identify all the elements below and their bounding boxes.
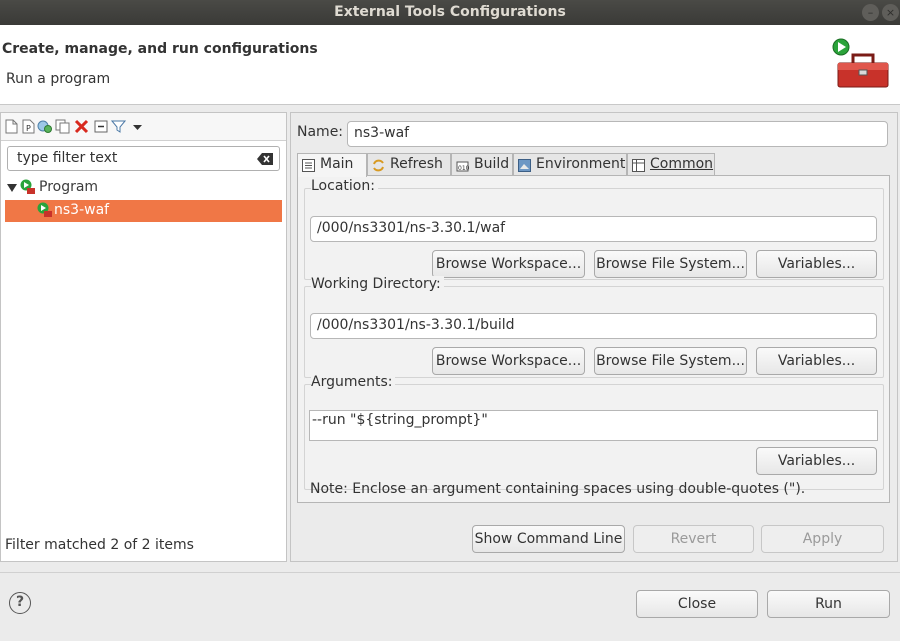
view-menu-icon[interactable] [130,119,145,134]
tree-item-label: Program [39,179,99,195]
tab-label: Environment [536,156,626,172]
workdir-browse-workspace-button[interactable]: Browse Workspace... [432,347,585,375]
new-config-icon[interactable] [4,119,19,134]
location-browse-workspace-button[interactable]: Browse Workspace... [432,250,585,278]
tree-item-program[interactable]: Program [5,177,282,199]
location-field[interactable]: /000/ns3301/ns-3.30.1/waf [310,216,877,242]
arguments-variables-button[interactable]: Variables... [756,447,877,475]
footer-separator [0,572,900,573]
header-title: Create, manage, and run configurations [2,41,318,57]
main-tab-panel: Location: /000/ns3301/ns-3.30.1/waf Brow… [297,175,890,503]
location-browse-file-system-button[interactable]: Browse File System... [594,250,747,278]
arguments-label: Arguments: [311,374,396,390]
filter-field[interactable] [7,146,280,171]
main-tab-icon [302,159,315,172]
arguments-textarea[interactable]: --run "${string_prompt}" [309,410,878,441]
tree-toolbar: P [1,113,286,141]
close-window-button[interactable]: × [882,4,899,21]
configuration-editor: Name: ns3-waf Main Refresh 010 Build Env… [290,112,898,562]
refresh-icon [373,159,384,172]
workdir-browse-file-system-button[interactable]: Browse File System... [594,347,747,375]
export-icon[interactable] [37,119,52,134]
environment-icon [518,159,531,172]
tab-main[interactable]: Main [297,153,367,177]
help-icon[interactable]: ? [9,592,31,614]
location-label: Location: [311,178,378,194]
config-tabs: Main Refresh 010 Build Environment Commo… [297,153,890,503]
window-title: External Tools Configurations [334,4,566,20]
close-button[interactable]: Close [636,590,758,618]
tab-common[interactable]: Common [627,153,715,176]
apply-button[interactable]: Apply [761,525,884,553]
workdir-variables-button[interactable]: Variables... [756,347,877,375]
expand-arrow-icon[interactable] [7,184,17,192]
minimize-button[interactable]: – [862,4,879,21]
revert-button[interactable]: Revert [633,525,754,553]
toolbox-run-icon [832,38,889,88]
build-icon: 010 [456,161,469,172]
location-variables-button[interactable]: Variables... [756,250,877,278]
run-button[interactable]: Run [767,590,890,618]
duplicate-icon[interactable] [55,119,70,134]
name-label: Name: [297,124,344,140]
filter-icon[interactable] [111,119,126,134]
delete-icon[interactable] [74,119,89,134]
working-directory-label: Working Directory: [311,276,444,292]
svg-text:010: 010 [458,165,469,172]
program-config-icon [37,202,52,217]
dialog-header: Create, manage, and run configurations R… [0,25,900,105]
svg-text:P: P [26,124,31,133]
arguments-note: Note: Enclose an argument containing spa… [310,481,806,497]
collapse-all-icon[interactable] [94,119,109,134]
clear-filter-icon[interactable] [257,153,273,165]
header-subtitle: Run a program [6,71,111,87]
program-type-icon [20,179,35,194]
tree-item-label: ns3-waf [54,202,110,218]
configuration-tree-pane: P Program ns3-waf Filter matched 2 of 2 … [0,112,287,562]
tab-refresh[interactable]: Refresh [367,153,451,176]
tab-build[interactable]: 010 Build [451,153,513,176]
title-bar: External Tools Configurations – × [0,0,900,25]
tab-label: Build [474,156,510,172]
filter-status: Filter matched 2 of 2 items [5,537,194,553]
show-command-line-button[interactable]: Show Command Line [472,525,625,553]
common-icon [632,159,645,172]
tab-label: Refresh [390,156,443,172]
tab-environment[interactable]: Environment [513,153,627,176]
tab-label: Main [320,156,354,172]
name-field[interactable]: ns3-waf [347,121,888,147]
tab-label: Common [650,156,714,172]
new-prototype-icon[interactable]: P [21,119,36,134]
filter-input[interactable] [17,150,247,166]
working-directory-field[interactable]: /000/ns3301/ns-3.30.1/build [310,313,877,339]
tree-item-ns3-waf[interactable]: ns3-waf [5,200,282,222]
